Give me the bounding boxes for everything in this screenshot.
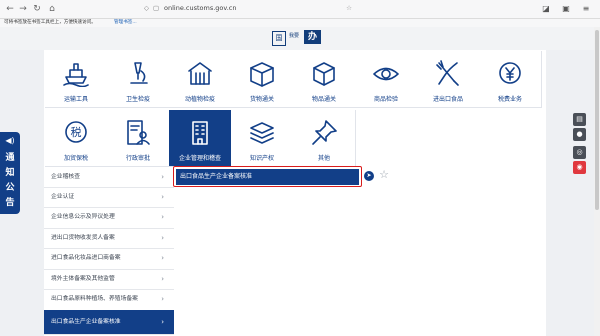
chevron-right-icon: › [161, 295, 164, 303]
category-label: 企业信息公示及异议处理 [51, 214, 115, 220]
tile-label: 运输工具 [63, 96, 88, 103]
category-item[interactable]: 企业信息公示及异议处理 › [44, 207, 174, 229]
extension-icon[interactable]: ▣ [560, 3, 572, 15]
apple-icon[interactable]: ● [573, 128, 586, 141]
notice-char: 公 [5, 183, 15, 193]
tile-barn[interactable]: 动植物检疫 [169, 51, 232, 108]
pocket-icon[interactable]: ◪ [540, 3, 552, 15]
shield-icon: ◇ [144, 4, 149, 12]
category-label: 企业认证 [51, 194, 75, 200]
category-label: 境外主体备案及其他监管 [51, 276, 115, 282]
tile-ship[interactable]: 运输工具 [45, 51, 108, 108]
browser-toolbar: ← → ↻ ⌂ ◇ ▢ online.customs.gov.cn ☆ ◪ ▣ … [0, 0, 600, 19]
tile-pin[interactable]: 其他 [293, 110, 356, 167]
tile-label: 商品检验 [373, 96, 398, 103]
tile-microscope[interactable]: 卫生检疫 [107, 51, 170, 108]
chevron-right-icon: › [161, 234, 164, 242]
notice-tab[interactable]: ◀) 通 知 公 告 [0, 132, 20, 214]
tile-label: 企业管理和稽查 [178, 155, 221, 162]
tile-label: 加贸保税 [63, 155, 88, 162]
scrollbar-thumb[interactable] [595, 30, 599, 210]
tile-box[interactable]: 货物通关 [231, 51, 294, 108]
chevron-right-icon: › [161, 193, 164, 201]
category-item[interactable]: 出口食品原料种植场、养殖场备案 › [44, 289, 174, 311]
yuan-icon [495, 59, 525, 87]
category-label: 进出口货物收发货人备案 [51, 235, 115, 241]
tile-eye[interactable]: 商品检验 [355, 51, 418, 108]
pin-icon [309, 118, 339, 146]
category-label: 出口食品生产企业备案核准 [51, 319, 121, 325]
tile-fork-knife[interactable]: 进出口食品 [417, 51, 480, 108]
address-bar[interactable]: ◇ ▢ online.customs.gov.cn ☆ [144, 2, 352, 15]
fork-knife-icon [433, 59, 463, 87]
tile-building[interactable]: 企业管理和稽查 [169, 110, 232, 167]
category-item[interactable]: 境外主体备案及其他监管 › [44, 269, 174, 290]
compass-icon[interactable]: ➤ [364, 171, 374, 181]
home-icon[interactable]: ⌂ [46, 3, 58, 15]
barn-icon [185, 59, 215, 87]
reload-icon[interactable]: ↻ [31, 3, 43, 15]
category-label: 企业稽核查 [51, 174, 80, 180]
category-item[interactable]: 进出口货物收发货人备案 › [44, 228, 174, 249]
content-area [174, 168, 546, 336]
highlight-box [173, 166, 362, 187]
notice-char: 通 [5, 153, 15, 163]
category-label: 进口食品化妆品进口商备案 [51, 255, 121, 261]
lock-icon: ▢ [153, 4, 160, 12]
notice-char: 知 [5, 168, 15, 178]
ship-icon [61, 59, 91, 88]
tile-label: 动植物检疫 [184, 96, 215, 103]
speaker-icon: ◀) [5, 136, 15, 145]
building-icon [185, 118, 215, 146]
notice-char: 告 [5, 198, 15, 208]
stack-icon [247, 118, 277, 146]
svg-text:税: 税 [71, 125, 82, 139]
tile-stack[interactable]: 知识产权 [231, 110, 294, 167]
chevron-right-icon: › [161, 173, 164, 181]
tile-label: 知识产权 [249, 155, 274, 162]
tax-icon: 税 [61, 118, 91, 146]
weibo-icon[interactable]: ◉ [573, 161, 586, 174]
category-item[interactable]: 企业稽核查 › [44, 168, 174, 188]
category-label: 出口食品原料种植场、养殖场备案 [51, 296, 138, 302]
tile-label: 税费业务 [497, 96, 522, 103]
box-icon [247, 59, 277, 87]
site-logo: 国 我要 办 [272, 30, 328, 46]
forward-icon[interactable]: → [17, 3, 29, 15]
tile-cube[interactable]: 物品通关 [293, 51, 356, 108]
category-item[interactable]: 企业认证 › [44, 187, 174, 208]
chevron-right-icon: › [161, 213, 164, 221]
tile-tax[interactable]: 税加贸保税 [45, 110, 108, 167]
bookmark-star-icon[interactable]: ☆ [346, 2, 352, 15]
bookmark-notice: 可将书签放在书签工具栏上，方便快速访问。 [4, 20, 96, 25]
category-item[interactable]: 出口食品生产企业备案核准 › [44, 310, 174, 335]
eye-icon [371, 59, 401, 87]
chevron-right-icon: › [161, 275, 164, 283]
logo-text: 我要 [289, 33, 300, 39]
category-list: 企业稽核查 › 企业认证 › 企业信息公示及异议处理 › 进出口货物收发货人备案 › 进口食品化… [44, 168, 175, 336]
url-text: online.customs.gov.cn [164, 4, 237, 12]
android-icon[interactable]: ▤ [573, 113, 586, 126]
logo-emblem: 国 [272, 31, 286, 46]
menu-icon[interactable]: ≡ [580, 3, 592, 15]
manage-bookmarks-link[interactable]: 管理书签... [114, 19, 137, 27]
wechat-icon[interactable]: ◎ [573, 146, 586, 159]
category-item[interactable]: 进口食品化妆品进口商备案 › [44, 248, 174, 270]
tile-yuan[interactable]: 税费业务 [479, 51, 542, 108]
tile-label: 物品通关 [311, 96, 336, 103]
tile-label: 进出口食品 [432, 96, 463, 103]
favorite-star-icon[interactable]: ☆ [378, 169, 390, 181]
microscope-icon [123, 59, 153, 87]
back-icon[interactable]: ← [4, 3, 16, 15]
chevron-right-icon: › [161, 254, 164, 262]
cube-icon [309, 59, 339, 87]
tile-label: 行政审批 [125, 155, 150, 162]
chevron-right-icon: › [161, 318, 164, 326]
tile-label: 货物通关 [249, 96, 274, 103]
tile-label: 其他 [317, 155, 330, 162]
document-person-icon [123, 118, 153, 146]
tile-label: 卫生检疫 [125, 96, 150, 103]
tile-document-person[interactable]: 行政审批 [107, 110, 170, 167]
logo-mark: 办 [304, 30, 321, 44]
